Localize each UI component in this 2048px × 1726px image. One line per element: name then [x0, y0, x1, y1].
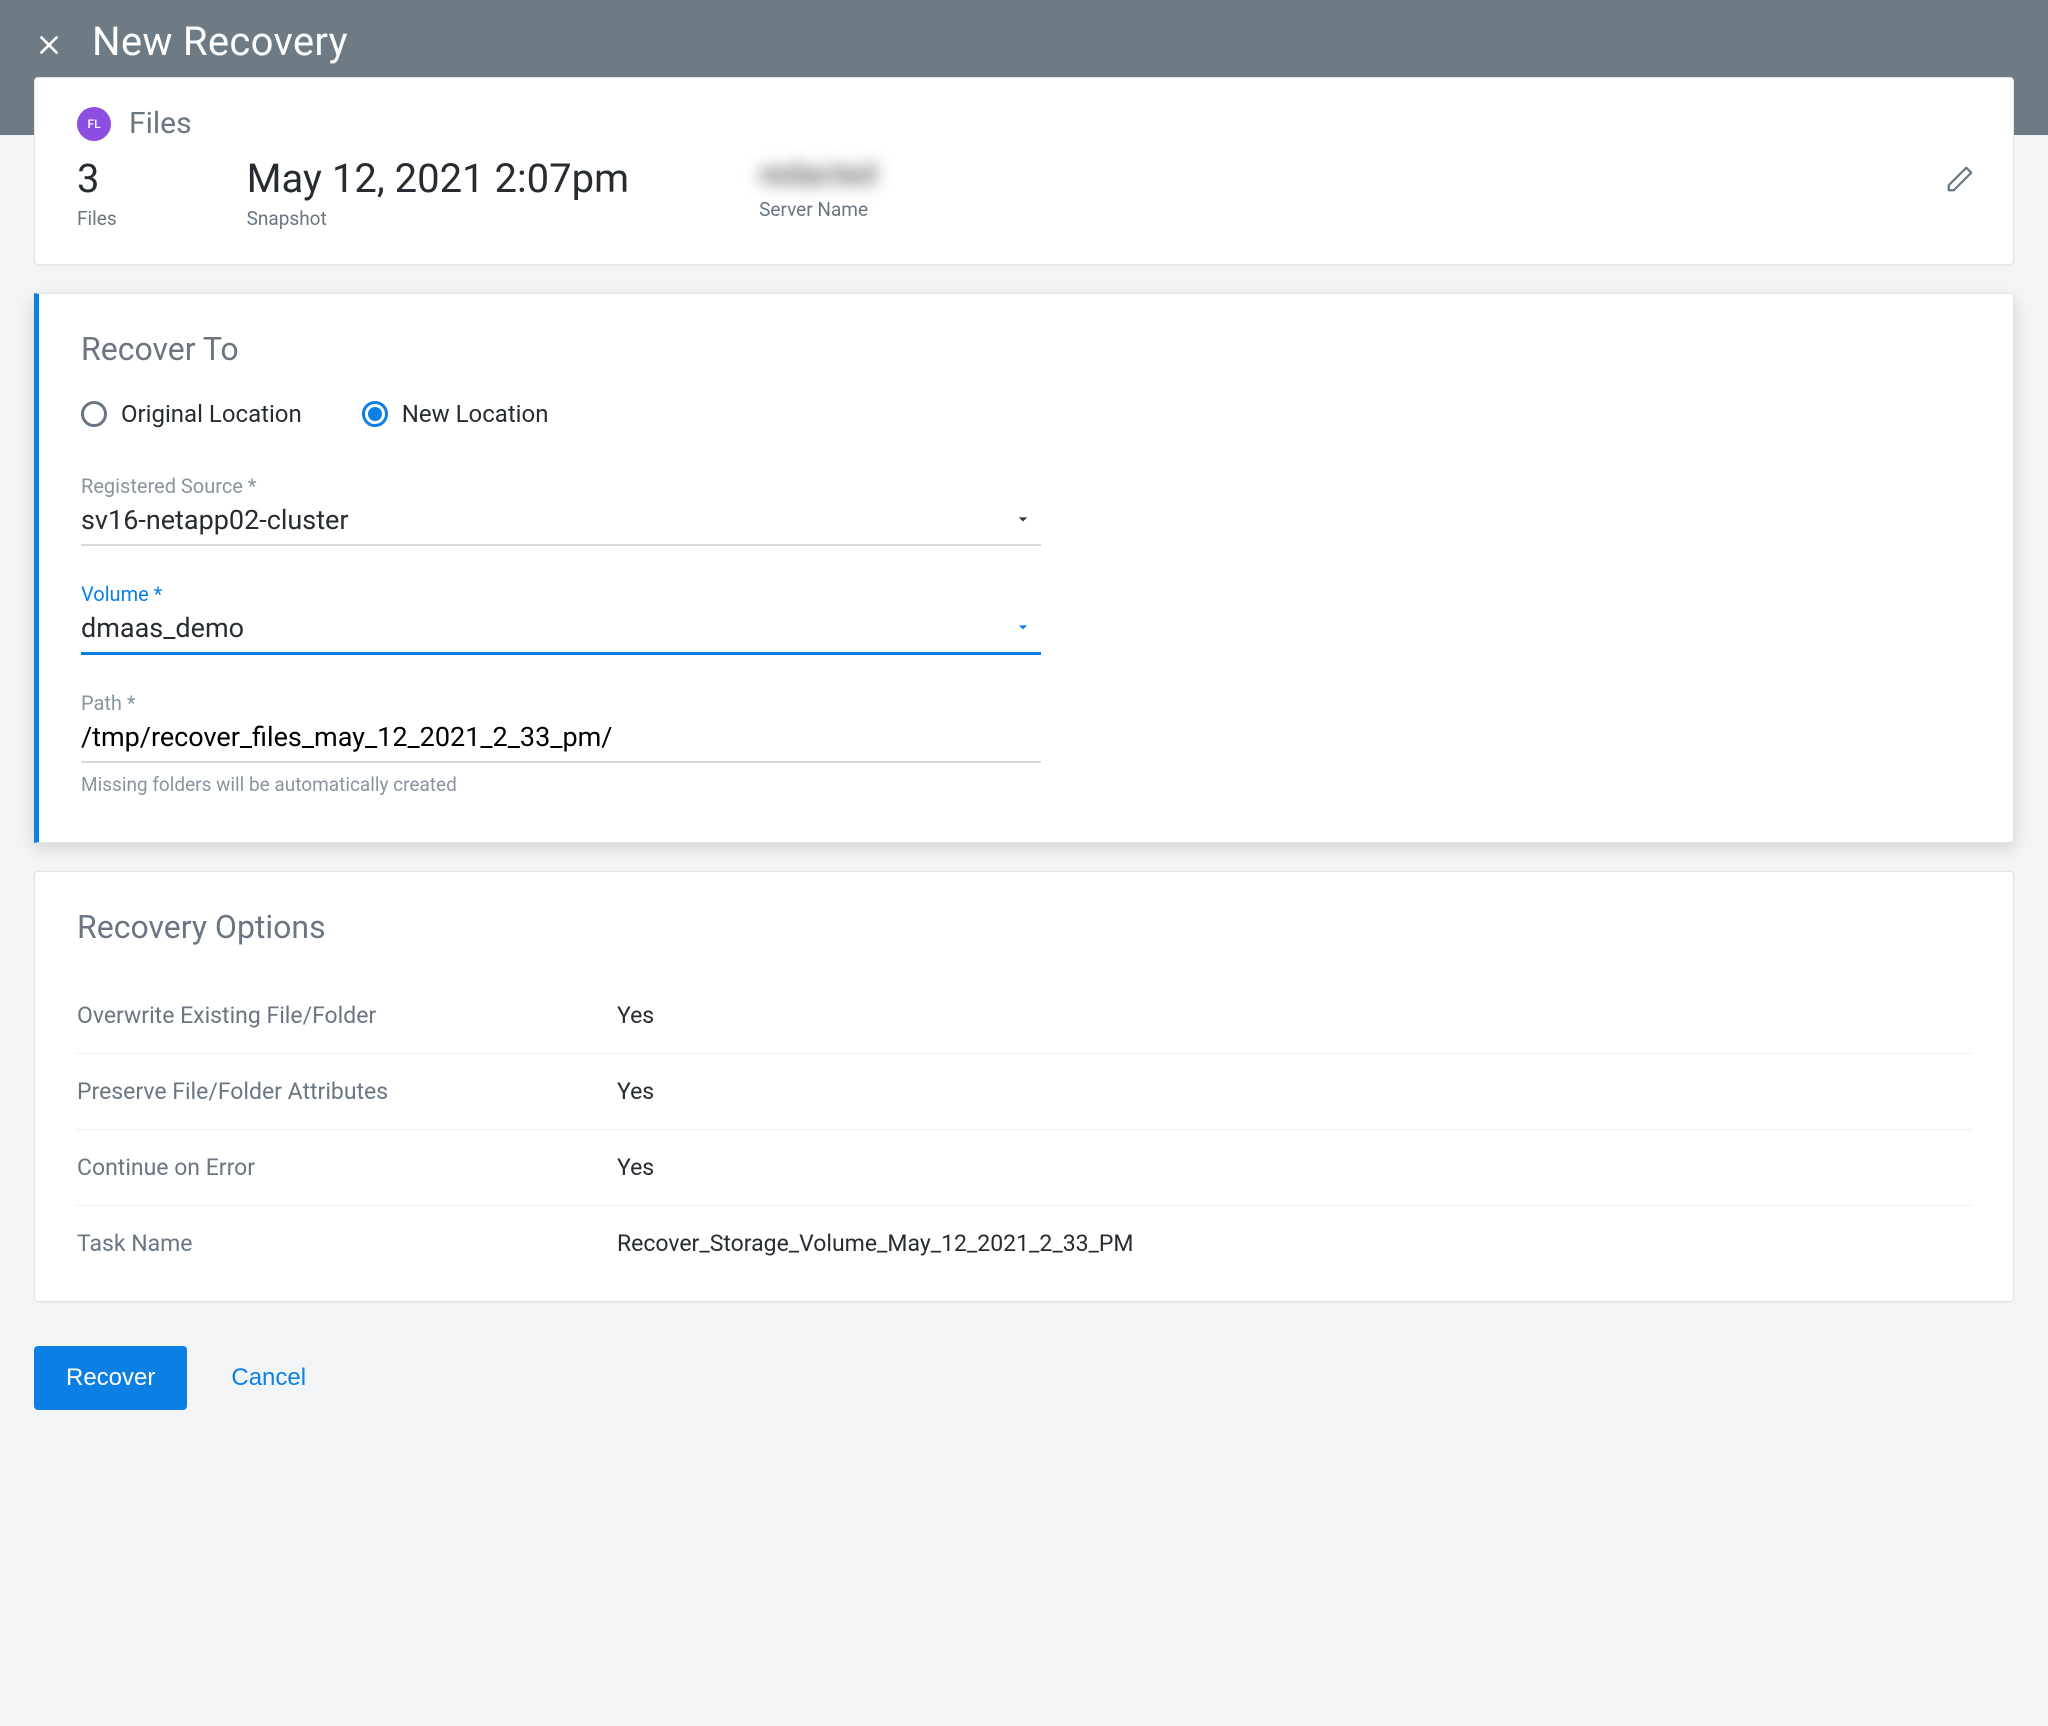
summary-title-row: FL Files: [77, 106, 1971, 141]
path-helper-text: Missing folders will be automatically cr…: [81, 773, 1041, 796]
path-input[interactable]: [81, 721, 1033, 753]
files-count: 3: [77, 157, 117, 201]
radio-new-location[interactable]: New Location: [362, 400, 549, 428]
option-label: Task Name: [77, 1230, 617, 1257]
radio-indicator-icon: [362, 401, 388, 427]
close-button[interactable]: [34, 30, 64, 60]
snapshot-stat: May 12, 2021 2:07pm Snapshot: [247, 157, 630, 230]
summary-card: FL Files 3 Files May 12, 2021 2:07pm Sna…: [34, 77, 2014, 265]
registered-source-value: sv16-netapp02-cluster: [81, 504, 1013, 536]
registered-source-select[interactable]: sv16-netapp02-cluster: [81, 502, 1041, 546]
option-value: Yes: [617, 1154, 654, 1181]
volume-select[interactable]: dmaas_demo: [81, 610, 1041, 655]
path-field[interactable]: Path * Missing folders will be automatic…: [81, 691, 1041, 796]
server-name-value: redacted: [759, 157, 876, 192]
chevron-down-icon: [1013, 612, 1033, 644]
files-badge-icon: FL: [77, 107, 111, 141]
server-name-label: Server Name: [759, 198, 876, 221]
recover-to-heading: Recover To: [81, 330, 1971, 368]
registered-source-field[interactable]: Registered Source * sv16-netapp02-cluste…: [81, 474, 1041, 546]
pencil-icon: [1945, 164, 1975, 194]
option-row: Preserve File/Folder Attributes Yes: [77, 1054, 1971, 1130]
option-row: Task Name Recover_Storage_Volume_May_12_…: [77, 1206, 1971, 1281]
path-label: Path *: [81, 691, 1041, 715]
option-row: Overwrite Existing File/Folder Yes: [77, 978, 1971, 1054]
option-label: Overwrite Existing File/Folder: [77, 1002, 617, 1029]
radio-indicator-icon: [81, 401, 107, 427]
recovery-options-heading: Recovery Options: [77, 908, 1971, 946]
option-label: Continue on Error: [77, 1154, 617, 1181]
close-icon: [36, 32, 62, 58]
files-count-label: Files: [77, 207, 117, 230]
option-row: Continue on Error Yes: [77, 1130, 1971, 1206]
recovery-options-card: Recovery Options Overwrite Existing File…: [34, 871, 2014, 1302]
recover-button[interactable]: Recover: [34, 1346, 187, 1410]
radio-original-location[interactable]: Original Location: [81, 400, 302, 428]
location-radio-group: Original Location New Location: [81, 400, 1971, 428]
path-input-row: [81, 719, 1041, 763]
registered-source-label: Registered Source *: [81, 474, 1041, 498]
snapshot-label: Snapshot: [247, 207, 630, 230]
volume-value: dmaas_demo: [81, 612, 1013, 644]
files-stat: 3 Files: [77, 157, 117, 230]
recover-to-card: Recover To Original Location New Locatio…: [34, 293, 2014, 843]
recovery-window: New Recovery FL Files 3 Files May 12, 20…: [0, 0, 2048, 1726]
snapshot-time: May 12, 2021 2:07pm: [247, 157, 630, 201]
cancel-button[interactable]: Cancel: [231, 1364, 306, 1392]
volume-field[interactable]: Volume * dmaas_demo: [81, 582, 1041, 655]
content-area: FL Files 3 Files May 12, 2021 2:07pm Sna…: [0, 77, 2048, 1450]
radio-original-label: Original Location: [121, 400, 302, 428]
summary-title: Files: [129, 106, 192, 141]
page-title: New Recovery: [92, 18, 348, 65]
edit-summary-button[interactable]: [1945, 164, 1975, 199]
server-name-stat: redacted Server Name: [759, 157, 876, 221]
volume-label: Volume *: [81, 582, 1041, 606]
chevron-down-icon: [1013, 504, 1033, 536]
option-value: Yes: [617, 1002, 654, 1029]
summary-stats: 3 Files May 12, 2021 2:07pm Snapshot red…: [77, 157, 1971, 230]
option-value: Yes: [617, 1078, 654, 1105]
radio-new-label: New Location: [402, 400, 549, 428]
footer-buttons: Recover Cancel: [34, 1330, 2014, 1410]
option-label: Preserve File/Folder Attributes: [77, 1078, 617, 1105]
option-value: Recover_Storage_Volume_May_12_2021_2_33_…: [617, 1230, 1134, 1257]
